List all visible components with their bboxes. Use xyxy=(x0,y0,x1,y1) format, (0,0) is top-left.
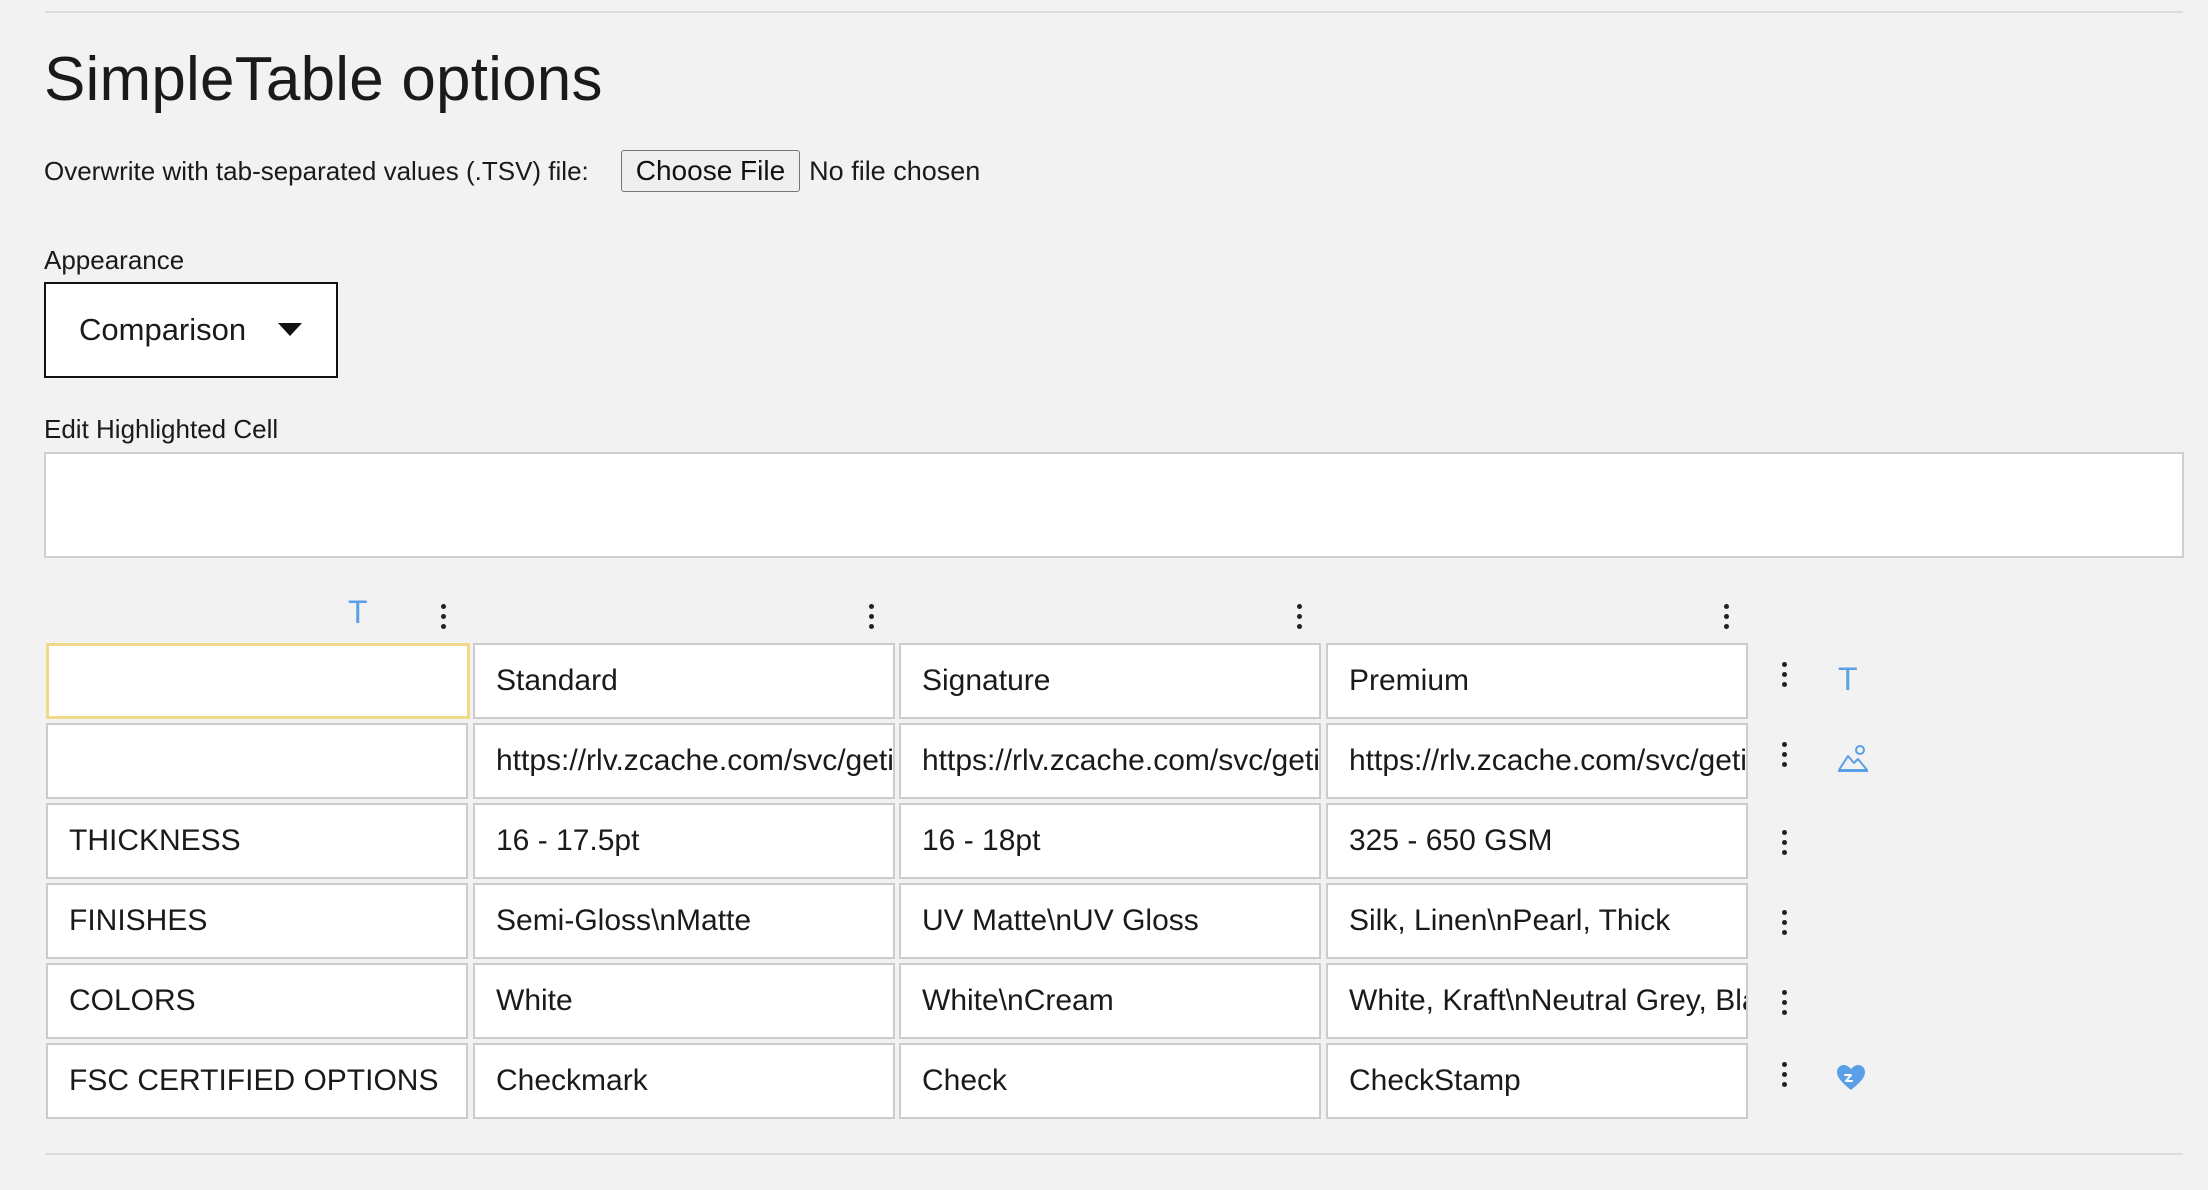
table-cell-r5-c0[interactable]: FSC CERTIFIED OPTIONS xyxy=(46,1043,468,1119)
column-3-menu-icon[interactable] xyxy=(1297,604,1303,630)
row-1-menu-icon[interactable] xyxy=(1782,742,1788,768)
table-cell-r5-c3[interactable]: CheckStamp xyxy=(1326,1043,1748,1119)
row-2-menu-icon[interactable] xyxy=(1782,830,1788,856)
table-cell-r1-c0[interactable] xyxy=(46,723,468,799)
table-cell-r1-c1[interactable]: https://rlv.zcache.com/svc/getimage?id=6 xyxy=(473,723,895,799)
table-cell-r0-c3[interactable]: Premium xyxy=(1326,643,1748,719)
bottom-divider xyxy=(45,1153,2183,1155)
table-cell-r0-c2[interactable]: Signature xyxy=(899,643,1321,719)
table-cell-r1-c3[interactable]: https://rlv.zcache.com/svc/getimage?id=8 xyxy=(1326,723,1748,799)
appearance-label: Appearance xyxy=(44,245,185,275)
table-cell-r4-c1[interactable]: White xyxy=(473,963,895,1039)
row-4-menu-icon[interactable] xyxy=(1782,990,1788,1016)
row-1-image-type-icon[interactable] xyxy=(1836,742,1870,774)
row-0-text-type-icon[interactable]: T xyxy=(1838,663,1858,695)
table-cell-r3-c1[interactable]: Semi-Gloss\nMatte xyxy=(473,883,895,959)
table-cell-r0-c0[interactable] xyxy=(46,643,470,719)
row-5-menu-icon[interactable] xyxy=(1782,1062,1788,1088)
row-0-menu-icon[interactable] xyxy=(1782,662,1788,688)
table-cell-r3-c0[interactable]: FINISHES xyxy=(46,883,468,959)
tsv-upload-label: Overwrite with tab-separated values (.TS… xyxy=(44,155,589,186)
table-cell-r2-c1[interactable]: 16 - 17.5pt xyxy=(473,803,895,879)
page-title: SimpleTable options xyxy=(44,45,603,114)
table-cell-r0-c1[interactable]: Standard xyxy=(473,643,895,719)
table-cell-r4-c2[interactable]: White\nCream xyxy=(899,963,1321,1039)
column-2-menu-icon[interactable] xyxy=(869,604,875,630)
file-status-text: No file chosen xyxy=(809,155,981,186)
table-cell-r2-c0[interactable]: THICKNESS xyxy=(46,803,468,879)
column-1-menu-icon[interactable] xyxy=(441,604,447,630)
table-cell-r4-c3[interactable]: White, Kraft\nNeutral Grey, Black xyxy=(1326,963,1748,1039)
row-3-menu-icon[interactable] xyxy=(1782,910,1788,936)
table-cell-r5-c1[interactable]: Checkmark xyxy=(473,1043,895,1119)
choose-file-button[interactable]: Choose File xyxy=(620,150,801,192)
table-cell-r1-c2[interactable]: https://rlv.zcache.com/svc/getimage?id=7 xyxy=(899,723,1321,799)
table-cell-r3-c3[interactable]: Silk, Linen\nPearl, Thick xyxy=(1326,883,1748,959)
appearance-selected-value: Comparison xyxy=(79,312,247,347)
edit-highlighted-cell-input[interactable] xyxy=(44,452,2184,558)
column-4-menu-icon[interactable] xyxy=(1724,604,1730,630)
table-cell-r5-c2[interactable]: Check xyxy=(899,1043,1321,1119)
header-column-text-icon[interactable]: T xyxy=(348,596,368,628)
chevron-down-icon xyxy=(278,323,302,336)
table-cell-r3-c2[interactable]: UV Matte\nUV Gloss xyxy=(899,883,1321,959)
table-cell-r4-c0[interactable]: COLORS xyxy=(46,963,468,1039)
top-divider xyxy=(45,11,2183,13)
table-cell-r2-c3[interactable]: 325 - 650 GSM xyxy=(1326,803,1748,879)
appearance-select[interactable]: Comparison xyxy=(44,282,338,378)
table-cell-r2-c2[interactable]: 16 - 18pt xyxy=(899,803,1321,879)
edit-highlighted-cell-label: Edit Highlighted Cell xyxy=(44,414,279,444)
tsv-upload-row: Overwrite with tab-separated values (.TS… xyxy=(44,150,980,192)
row-5-heart-badge-icon[interactable] xyxy=(1836,1064,1866,1092)
